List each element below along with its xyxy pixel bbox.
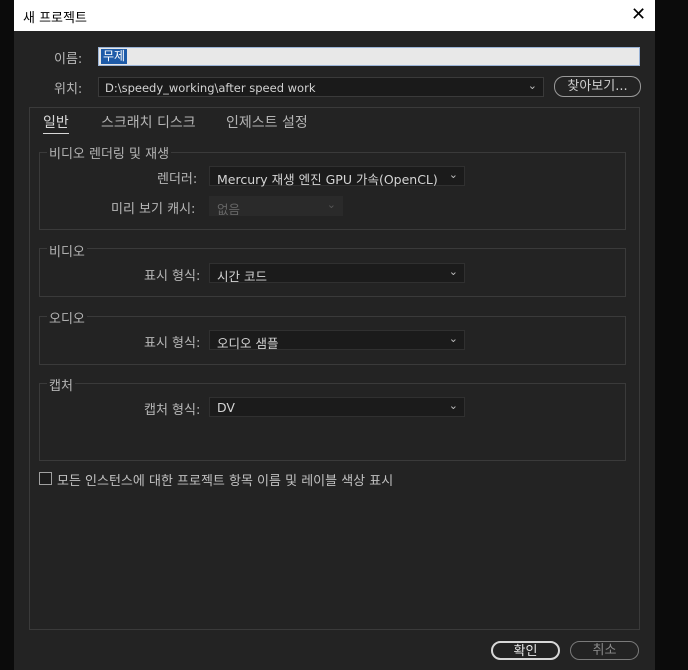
location-value: D:\speedy_working\after speed work <box>105 81 316 95</box>
video-format-dropdown[interactable]: 시간 코드 ⌄ <box>209 263 465 284</box>
label-color-checkbox-label: 모든 인스턴스에 대한 프로젝트 항목 이름 및 레이블 색상 표시 <box>57 474 394 489</box>
capture-format-value: DV <box>217 400 235 415</box>
video-rendering-title: 비디오 렌더링 및 재생 <box>47 143 172 162</box>
name-label: 이름: <box>54 52 83 67</box>
label-color-checkbox[interactable] <box>39 472 52 485</box>
capture-format-dropdown[interactable]: DV ⌄ <box>209 397 465 417</box>
audio-format-dropdown[interactable]: 오디오 샘플 ⌄ <box>209 330 465 351</box>
renderer-value: Mercury 재생 엔진 GPU 가속(OpenCL) <box>217 172 438 187</box>
new-project-dialog: 새 프로젝트 ✕ 이름: 무제 위치: D:\speedy_working\af… <box>14 0 655 670</box>
video-format-label: 표시 형식: <box>144 269 201 284</box>
location-dropdown[interactable]: D:\speedy_working\after speed work ⌄ <box>98 77 544 97</box>
renderer-label: 렌더러: <box>157 172 198 187</box>
renderer-dropdown[interactable]: Mercury 재생 엔진 GPU 가속(OpenCL) ⌄ <box>209 166 465 187</box>
tab-scratch-disks[interactable]: 스크래치 디스크 <box>101 112 196 132</box>
ok-button[interactable]: 확인 <box>491 641 560 660</box>
preview-cache-dropdown: 없음 ⌄ <box>209 196 343 217</box>
location-label: 위치: <box>54 82 83 97</box>
cancel-button[interactable]: 취소 <box>570 641 639 660</box>
chevron-down-icon: ⌄ <box>448 399 458 412</box>
browse-button[interactable]: 찾아보기... <box>554 76 641 97</box>
video-title: 비디오 <box>47 241 87 260</box>
capture-format-label: 캡처 형식: <box>144 403 201 418</box>
dialog-title: 새 프로젝트 <box>23 11 87 26</box>
chevron-down-icon: ⌄ <box>448 332 458 345</box>
video-format-value: 시간 코드 <box>217 269 267 284</box>
preview-cache-value: 없음 <box>217 202 241 217</box>
tab-ingest-settings[interactable]: 인제스트 설정 <box>226 112 308 132</box>
name-input[interactable]: 무제 <box>98 47 640 66</box>
name-value: 무제 <box>101 49 128 64</box>
chevron-down-icon: ⌄ <box>326 198 336 211</box>
chevron-down-icon: ⌄ <box>448 265 458 278</box>
capture-group <box>39 383 626 461</box>
chevron-down-icon: ⌄ <box>527 79 537 92</box>
chevron-down-icon: ⌄ <box>448 168 458 181</box>
title-bar: 새 프로젝트 ✕ <box>14 0 655 31</box>
audio-title: 오디오 <box>47 308 87 327</box>
audio-format-value: 오디오 샘플 <box>217 336 279 351</box>
capture-title: 캡처 <box>47 375 75 394</box>
preview-cache-label: 미리 보기 캐시: <box>111 202 196 217</box>
close-icon[interactable]: ✕ <box>631 5 646 25</box>
video-rendering-group <box>39 152 626 230</box>
tab-general[interactable]: 일반 <box>43 112 69 134</box>
audio-format-label: 표시 형식: <box>144 336 201 351</box>
